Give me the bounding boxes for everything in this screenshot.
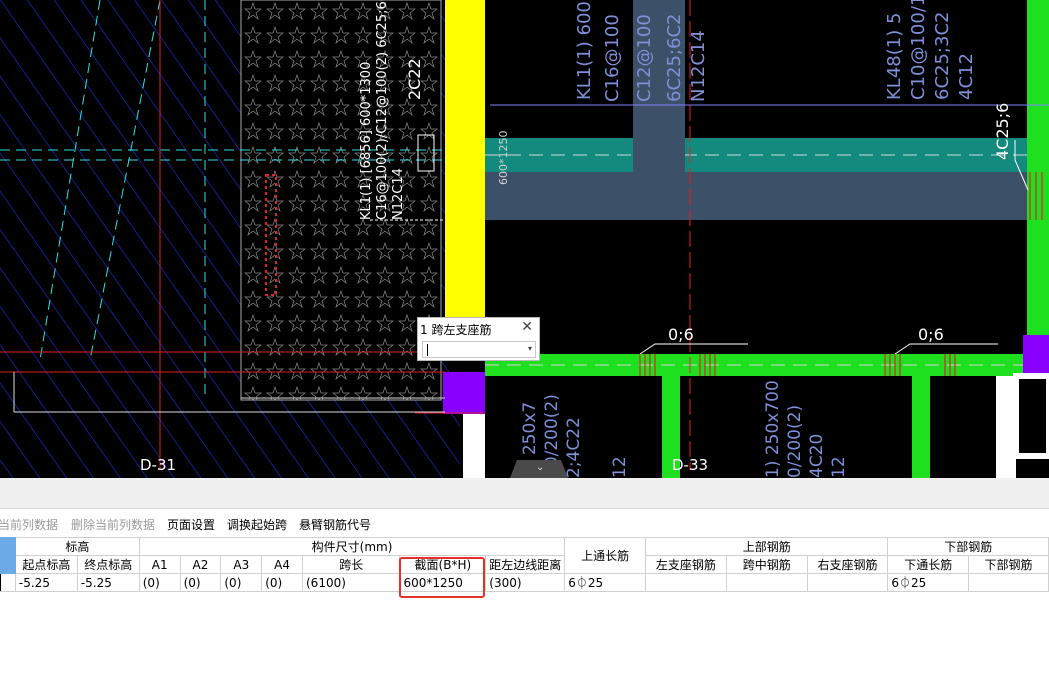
- cell-mid-span[interactable]: [725, 573, 808, 592]
- col-mid-span[interactable]: 跨中钢筋: [725, 555, 808, 574]
- kl1-top-line3: C12@100: [634, 14, 655, 102]
- section-highlight-box: [399, 557, 485, 598]
- popup-title: 1 跨左支座筋: [420, 323, 492, 337]
- cell-distance-left[interactable]: (300): [485, 573, 566, 592]
- cell-start-elevation[interactable]: -5.25: [14, 573, 78, 592]
- col-left-support[interactable]: 左支座钢筋: [645, 555, 727, 574]
- table-column-header-row: 起点标高 终点标高 A1 A2 A3 A4 跨长 截面(B*H) 距左边线距离 …: [1, 555, 1049, 574]
- cell-a4[interactable]: (0): [261, 573, 303, 592]
- header-dimensions: 构件尺寸(mm): [138, 537, 566, 556]
- cell-bottom-rebar[interactable]: [968, 573, 1049, 592]
- table-toolbar: 当前列数据 删除当前列数据 页面设置 调换起始跨 悬臂钢筋代号: [0, 509, 1049, 537]
- col-a1[interactable]: A1: [138, 555, 181, 574]
- grid-label-left: D-31: [140, 456, 176, 474]
- table-group-header-row: 标高 构件尺寸(mm) 上通长筋 上部钢筋 下部钢筋: [0, 537, 1049, 574]
- cell-a1[interactable]: (0): [138, 573, 181, 592]
- col-distance-left[interactable]: 距左边线距离: [485, 555, 566, 574]
- header-bottom-rebar: 下部钢筋: [887, 537, 1049, 556]
- header-elevation: 标高: [14, 537, 140, 556]
- kl1-top-line2: C16@100: [602, 14, 623, 102]
- kl48-line1: KL48(1) 5: [884, 13, 905, 100]
- toolbar-page-setup[interactable]: 页面设置: [167, 516, 215, 533]
- kl48-line3: 6C25;3C2: [932, 12, 953, 100]
- kl1-annotation-line3: N12C14: [391, 168, 406, 220]
- kl48-line4: 4C12: [956, 53, 977, 100]
- lower-beam-left-line3: 2;4C22: [564, 417, 584, 478]
- cad-canvas[interactable]: D-31 D-33 0;6 0;6 KL1(1) [6856] 600*1300…: [0, 0, 1049, 478]
- cell-a2[interactable]: (0): [179, 573, 222, 592]
- rebar-mark-left: 0;6: [668, 325, 694, 344]
- cad-drawing[interactable]: D-31 D-33 0;6 0;6 KL1(1) [6856] 600*1300…: [0, 0, 1049, 478]
- grid-label-right: D-33: [672, 456, 708, 474]
- kl1-annotation-line1: KL1(1) [6856] 600*1300: [359, 62, 374, 220]
- kl1-side-annotation: 2C22: [405, 58, 424, 100]
- toolbar-cantilever-code[interactable]: 悬臂钢筋代号: [299, 516, 371, 533]
- col-bottom-rebar[interactable]: 下部钢筋: [968, 555, 1049, 574]
- collapse-panel-handle[interactable]: ⌄: [510, 460, 568, 478]
- right-rebar-annotation: 4C25;6: [993, 103, 1012, 160]
- kl1-top-line4: 6C25;6C2: [664, 14, 685, 102]
- header-top-through[interactable]: 上通长筋: [564, 537, 646, 574]
- kl1-top-line5: N12C14: [688, 30, 709, 102]
- cell-left-support[interactable]: [645, 573, 727, 592]
- kl1-annotation-line2: C16@100(2)/C12@100(2) 6C25;6C: [375, 0, 390, 220]
- col-a3[interactable]: A3: [220, 555, 263, 574]
- lower-beam-left-line4: 12: [610, 456, 630, 478]
- col-right-support[interactable]: 右支座钢筋: [806, 555, 889, 574]
- dropdown-arrow-icon[interactable]: ▾: [528, 344, 532, 353]
- cell-span-length[interactable]: (6100): [301, 573, 401, 592]
- toolbar-delete-column[interactable]: 删除当前列数据: [71, 516, 155, 533]
- lower-beam-right-line2: 0/200(2): [785, 405, 805, 478]
- column-yellow[interactable]: [445, 0, 485, 318]
- cell-top-through[interactable]: 6⏀25: [564, 573, 646, 592]
- text-caret: [427, 344, 428, 356]
- chevron-down-icon: ⌄: [536, 462, 545, 473]
- support-rebar-input[interactable]: ▾: [422, 341, 536, 358]
- col-end-elevation[interactable]: 终点标高: [76, 555, 140, 574]
- cell-bottom-through[interactable]: 6⏀25: [887, 573, 970, 592]
- col-span-length[interactable]: 跨长: [301, 555, 401, 574]
- row-selector-header[interactable]: [0, 537, 16, 574]
- table-row[interactable]: -5.25 -5.25 (0) (0) (0) (0) (6100) 600*1…: [0, 573, 1049, 592]
- lower-beam-right-line3: 4C20: [807, 434, 827, 478]
- span-support-popup[interactable]: 1 跨左支座筋 ✕ ▾: [417, 317, 540, 361]
- cell-a3[interactable]: (0): [220, 573, 263, 592]
- header-top-rebar: 上部钢筋: [644, 537, 889, 556]
- kl1-top-line1: KL1(1) 600: [574, 1, 595, 100]
- col-a2[interactable]: A2: [179, 555, 222, 574]
- row-selector[interactable]: [0, 573, 16, 592]
- support-purple[interactable]: [443, 372, 485, 414]
- col-start-elevation[interactable]: 起点标高: [14, 555, 78, 574]
- kl48-line2: C10@100/15: [908, 0, 929, 100]
- panel-separator: [0, 478, 1049, 509]
- beam-property-table[interactable]: 标高 构件尺寸(mm) 上通长筋 上部钢筋 下部钢筋 起点标高 终点标高 A1 …: [0, 537, 1049, 592]
- col-a4[interactable]: A4: [261, 555, 303, 574]
- cell-end-elevation[interactable]: -5.25: [76, 573, 140, 592]
- section-label: 600*1250: [497, 131, 510, 186]
- toolbar-swap-start-span[interactable]: 调换起始跨: [227, 516, 287, 533]
- cell-right-support[interactable]: [806, 573, 889, 592]
- col-bottom-through[interactable]: 下通长筋: [887, 555, 970, 574]
- rebar-mark-right: 0;6: [918, 325, 944, 344]
- close-icon[interactable]: ✕: [521, 319, 533, 335]
- toolbar-copy-column[interactable]: 当前列数据: [0, 516, 58, 533]
- lower-beam-right-line4: 12: [829, 456, 849, 478]
- lower-beam-right-line1: 1) 250x700: [763, 380, 783, 478]
